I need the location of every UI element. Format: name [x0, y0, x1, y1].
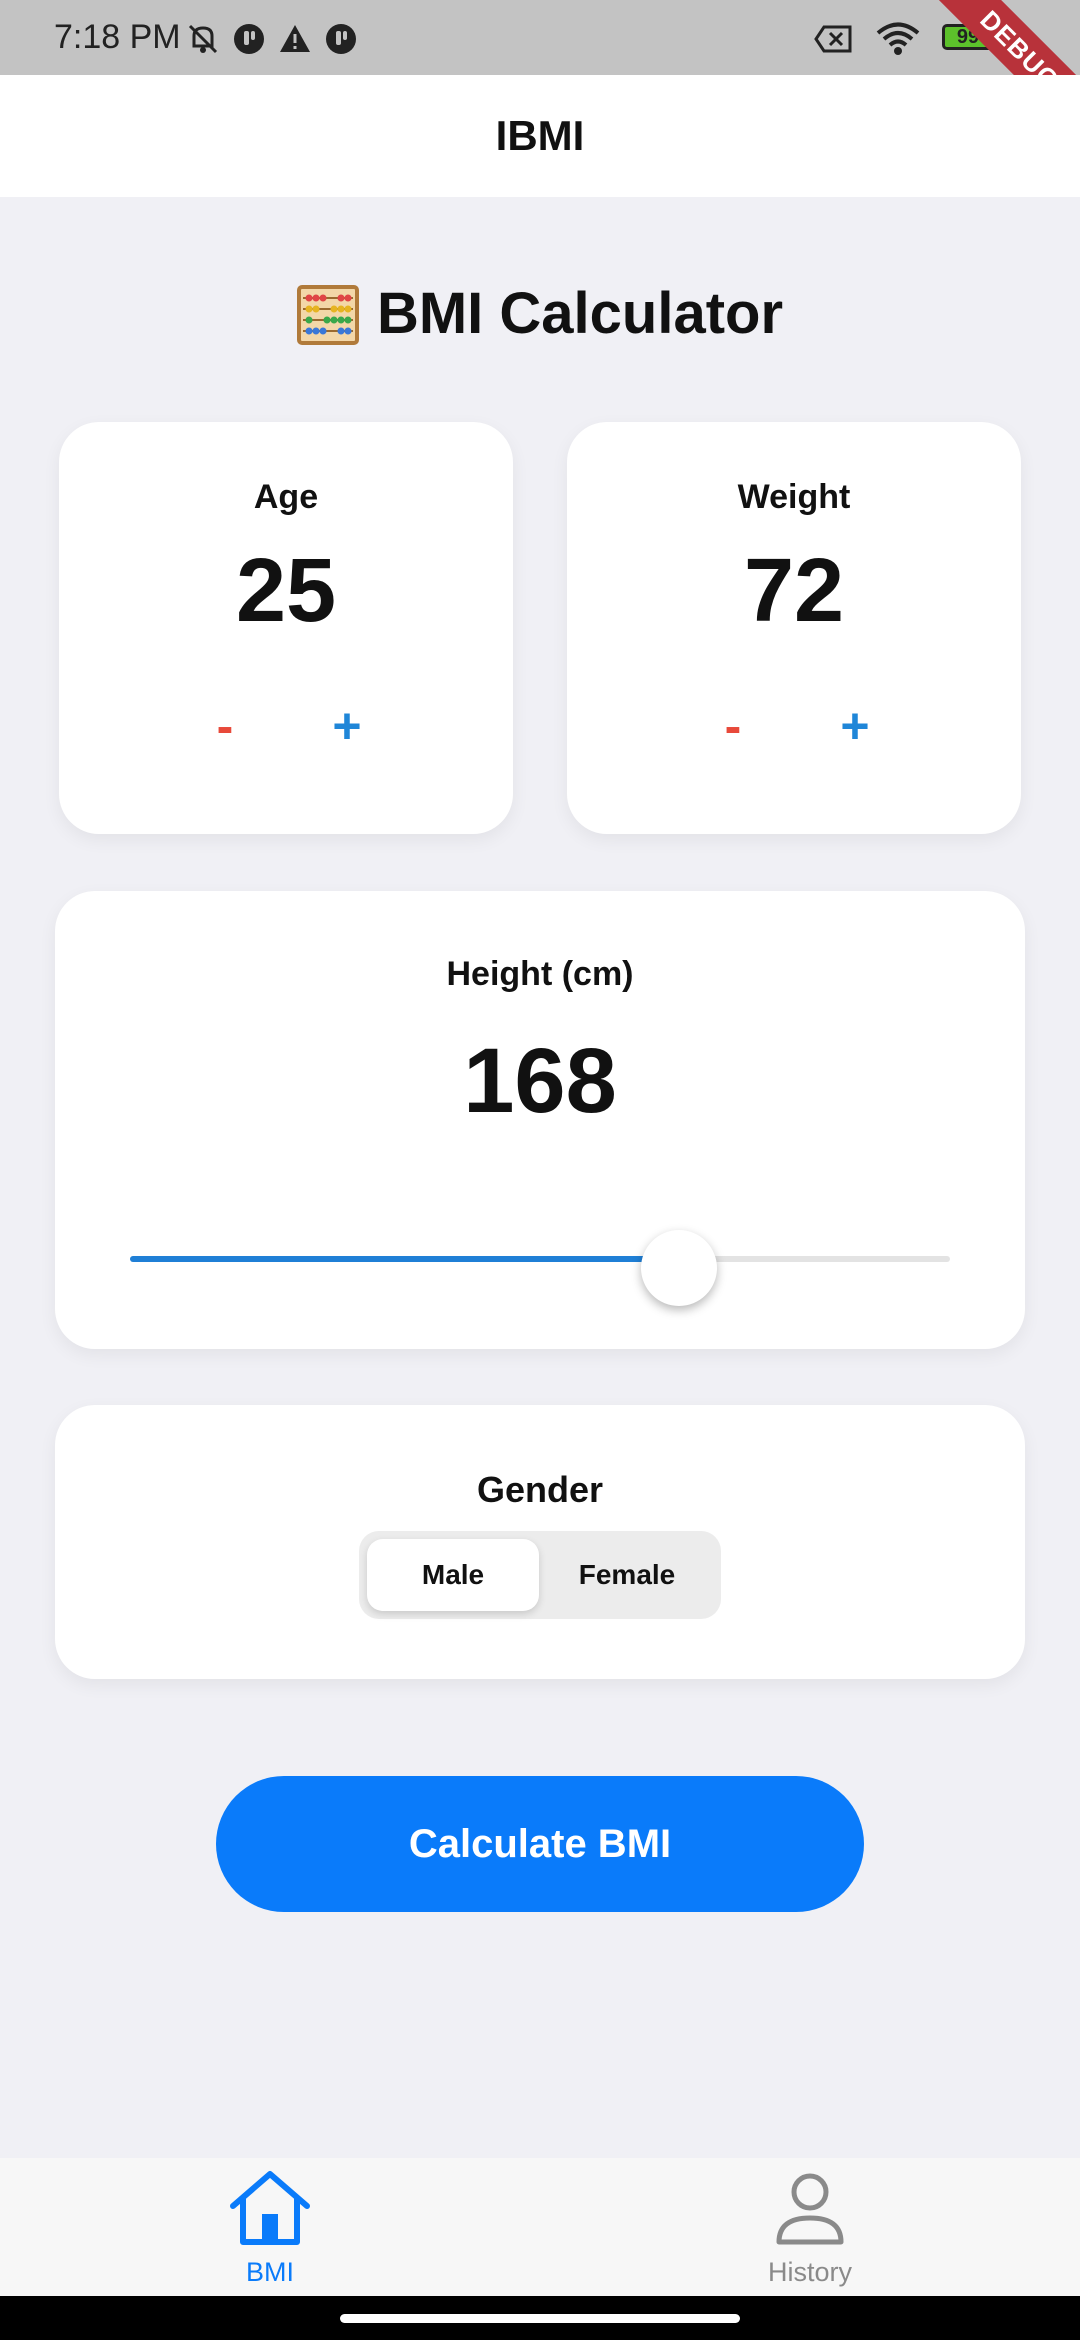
abacus-icon	[296, 284, 359, 345]
nav-label-bmi: BMI	[245, 2257, 294, 2287]
weight-stepper: - +	[567, 698, 1021, 754]
nav-item-bmi[interactable]: BMI	[170, 2158, 370, 2296]
mute-icon	[188, 24, 218, 54]
age-value: 25	[235, 541, 337, 641]
nav-item-history[interactable]: History	[710, 2158, 910, 2296]
page-title: BMI Calculator	[376, 281, 784, 347]
home-indicator[interactable]	[340, 2314, 740, 2323]
age-decrement-button[interactable]: -	[199, 698, 251, 754]
app-notification-icon	[234, 24, 264, 54]
height-label: Height (cm)	[446, 955, 634, 993]
person-icon	[776, 2173, 844, 2245]
status-bar: 7:18 PM 99 DEBUG	[0, 0, 1080, 75]
weight-card: Weight 72 - +	[567, 422, 1021, 834]
age-increment-button[interactable]: +	[321, 698, 373, 754]
weight-label: Weight	[737, 478, 851, 516]
no-sim-icon	[814, 25, 852, 53]
weight-increment-button[interactable]: +	[829, 698, 881, 754]
gender-label: Gender	[476, 1469, 604, 1510]
calculate-bmi-button[interactable]: Calculate BMI	[216, 1776, 864, 1912]
wifi-icon	[876, 22, 920, 55]
status-icons-left	[186, 22, 358, 56]
home-icon	[230, 2171, 310, 2245]
app-bar: IBMI	[0, 75, 1080, 197]
age-label: Age	[253, 478, 319, 516]
page-title-row: BMI Calculator	[0, 276, 1080, 347]
slider-thumb[interactable]	[641, 1230, 718, 1306]
age-stepper: - +	[59, 698, 513, 754]
app-notification-icon	[326, 24, 356, 54]
weight-value: 72	[743, 541, 845, 641]
height-slider[interactable]	[130, 1222, 950, 1306]
weight-decrement-button[interactable]: -	[707, 698, 759, 754]
gender-option-male[interactable]: Male	[367, 1539, 539, 1611]
warning-icon	[280, 25, 310, 52]
app-title: IBMI	[495, 112, 585, 159]
status-time: 7:18 PM	[54, 18, 181, 56]
height-value: 168	[463, 1030, 617, 1132]
gender-segmented-control: Male Female	[359, 1531, 721, 1619]
gender-option-female[interactable]: Female	[541, 1539, 713, 1611]
bottom-nav: BMI History	[0, 2158, 1080, 2296]
age-card: Age 25 - +	[59, 422, 513, 834]
slider-active-track	[130, 1256, 680, 1262]
nav-label-history: History	[767, 2257, 852, 2287]
